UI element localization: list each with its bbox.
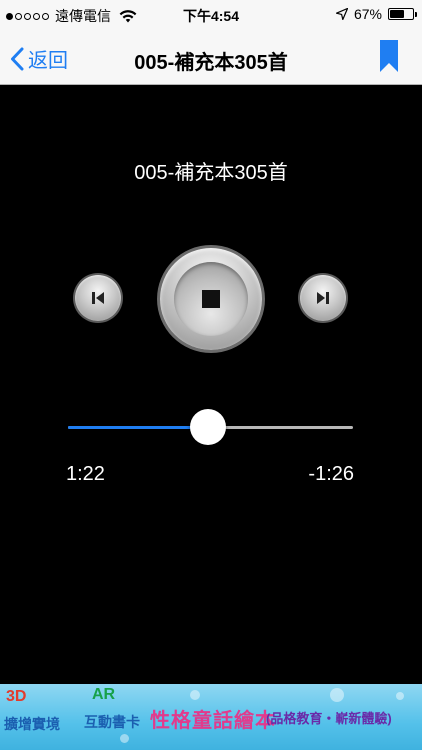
next-track-button[interactable] <box>300 275 346 321</box>
screen: 遠傳電信 下午4:54 67% 返回 005-補充本305首 005-補充本30… <box>0 0 422 750</box>
bubble-decoration <box>120 734 129 743</box>
wifi-icon <box>119 9 137 22</box>
page-title: 005-補充本305首 <box>134 52 288 74</box>
banner-subheadline: (品格教育・嶄新體驗) <box>266 711 392 726</box>
status-bar: 遠傳電信 下午4:54 67% <box>0 0 422 30</box>
ad-banner[interactable]: 3D 擴增實境 AR 互動書卡 性格童話繪本 (品格教育・嶄新體驗) <box>0 684 422 750</box>
previous-track-button[interactable] <box>75 275 121 321</box>
progress-slider[interactable] <box>68 402 353 452</box>
progress-thumb[interactable] <box>189 409 226 445</box>
bubble-decoration <box>190 690 200 700</box>
navigation-bar: 返回 005-補充本305首 <box>0 30 422 85</box>
banner-ar-caption: 互動書卡 <box>84 714 140 730</box>
banner-3d-caption: 擴增實境 <box>4 716 60 732</box>
skip-next-icon <box>317 292 329 304</box>
bookmark-icon[interactable] <box>378 40 400 72</box>
status-left: 遠傳電信 <box>6 6 137 26</box>
battery-icon <box>388 8 417 20</box>
battery-percent: 67% <box>353 6 382 22</box>
carrier-name: 遠傳電信 <box>55 8 111 24</box>
bubble-decoration <box>330 688 344 702</box>
banner-3d-badge: 3D <box>6 688 27 705</box>
banner-headline: 性格童話繪本 <box>150 710 276 732</box>
signal-strength-icon <box>6 12 49 20</box>
stop-icon <box>202 290 220 308</box>
progress-fill <box>68 426 208 429</box>
location-arrow-icon <box>335 8 348 20</box>
bubble-decoration <box>396 692 404 700</box>
remaining-time: -1:26 <box>308 463 354 485</box>
banner-ar-badge: AR <box>92 686 116 703</box>
skip-previous-icon <box>92 292 104 304</box>
track-title: 005-補充本305首 <box>134 162 288 184</box>
stop-button[interactable] <box>160 248 262 350</box>
status-right: 67% <box>335 6 417 22</box>
elapsed-time: 1:22 <box>66 463 105 485</box>
